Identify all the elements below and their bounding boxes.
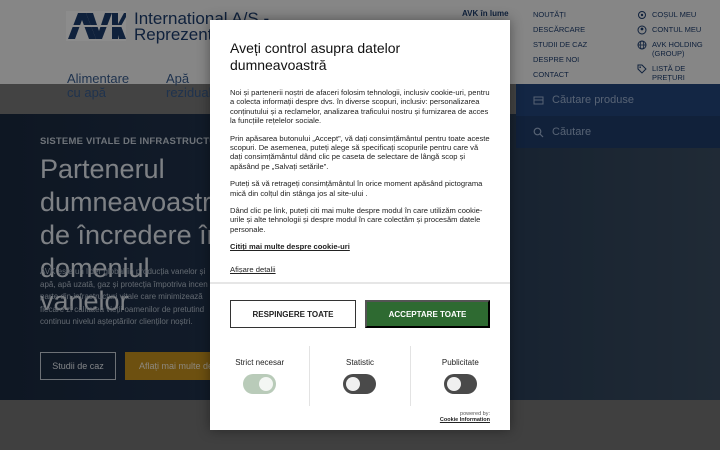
- cookie-dialog-body: Aveți control asupra datelor dumneavoast…: [210, 20, 510, 282]
- strictly-necessary-toggle[interactable]: [243, 374, 277, 394]
- show-details-link[interactable]: Afișare detalii: [230, 265, 490, 274]
- category-statistics: Statistic: [310, 346, 411, 406]
- cookie-consent-dialog: Aveți control asupra datelor dumneavoast…: [210, 20, 510, 430]
- toggle-knob: [446, 377, 461, 391]
- reject-all-button[interactable]: RESPINGERE TOATE: [230, 300, 356, 328]
- consent-categories: Strict necesar Statistic Publicitate: [210, 346, 510, 406]
- cookie-paragraph: Puteți să vă retrageți consimțământul în…: [230, 179, 483, 198]
- statistics-toggle[interactable]: [343, 374, 377, 394]
- category-label: Publicitate: [441, 358, 479, 367]
- cookie-paragraph: Noi și partenerii noștri de afaceri folo…: [230, 88, 490, 126]
- category-label: Strict necesar: [235, 358, 285, 367]
- cookie-dialog-title: Aveți control asupra datelor dumneavoast…: [230, 40, 401, 73]
- cookie-paragraph: Prin apăsarea butonului „Accept”, vă daț…: [230, 133, 490, 171]
- read-more-cookies-link[interactable]: Citiți mai multe despre cookie-uri: [230, 242, 490, 251]
- cookie-information-link[interactable]: Cookie Information: [440, 417, 490, 423]
- category-label: Statistic: [345, 358, 374, 367]
- dialog-divider: [210, 282, 510, 284]
- toggle-knob: [259, 377, 274, 391]
- toggle-knob: [346, 377, 361, 391]
- advertising-toggle[interactable]: [443, 374, 477, 394]
- category-advertising: Publicitate: [411, 346, 510, 406]
- accept-all-button[interactable]: ACCEPTARE TOATE: [365, 300, 490, 328]
- cookie-paragraph: Dând clic pe link, puteți citi mai multe…: [230, 206, 483, 234]
- category-strictly-necessary: Strict necesar: [210, 346, 311, 406]
- powered-by: powered by: Cookie Information: [440, 411, 490, 423]
